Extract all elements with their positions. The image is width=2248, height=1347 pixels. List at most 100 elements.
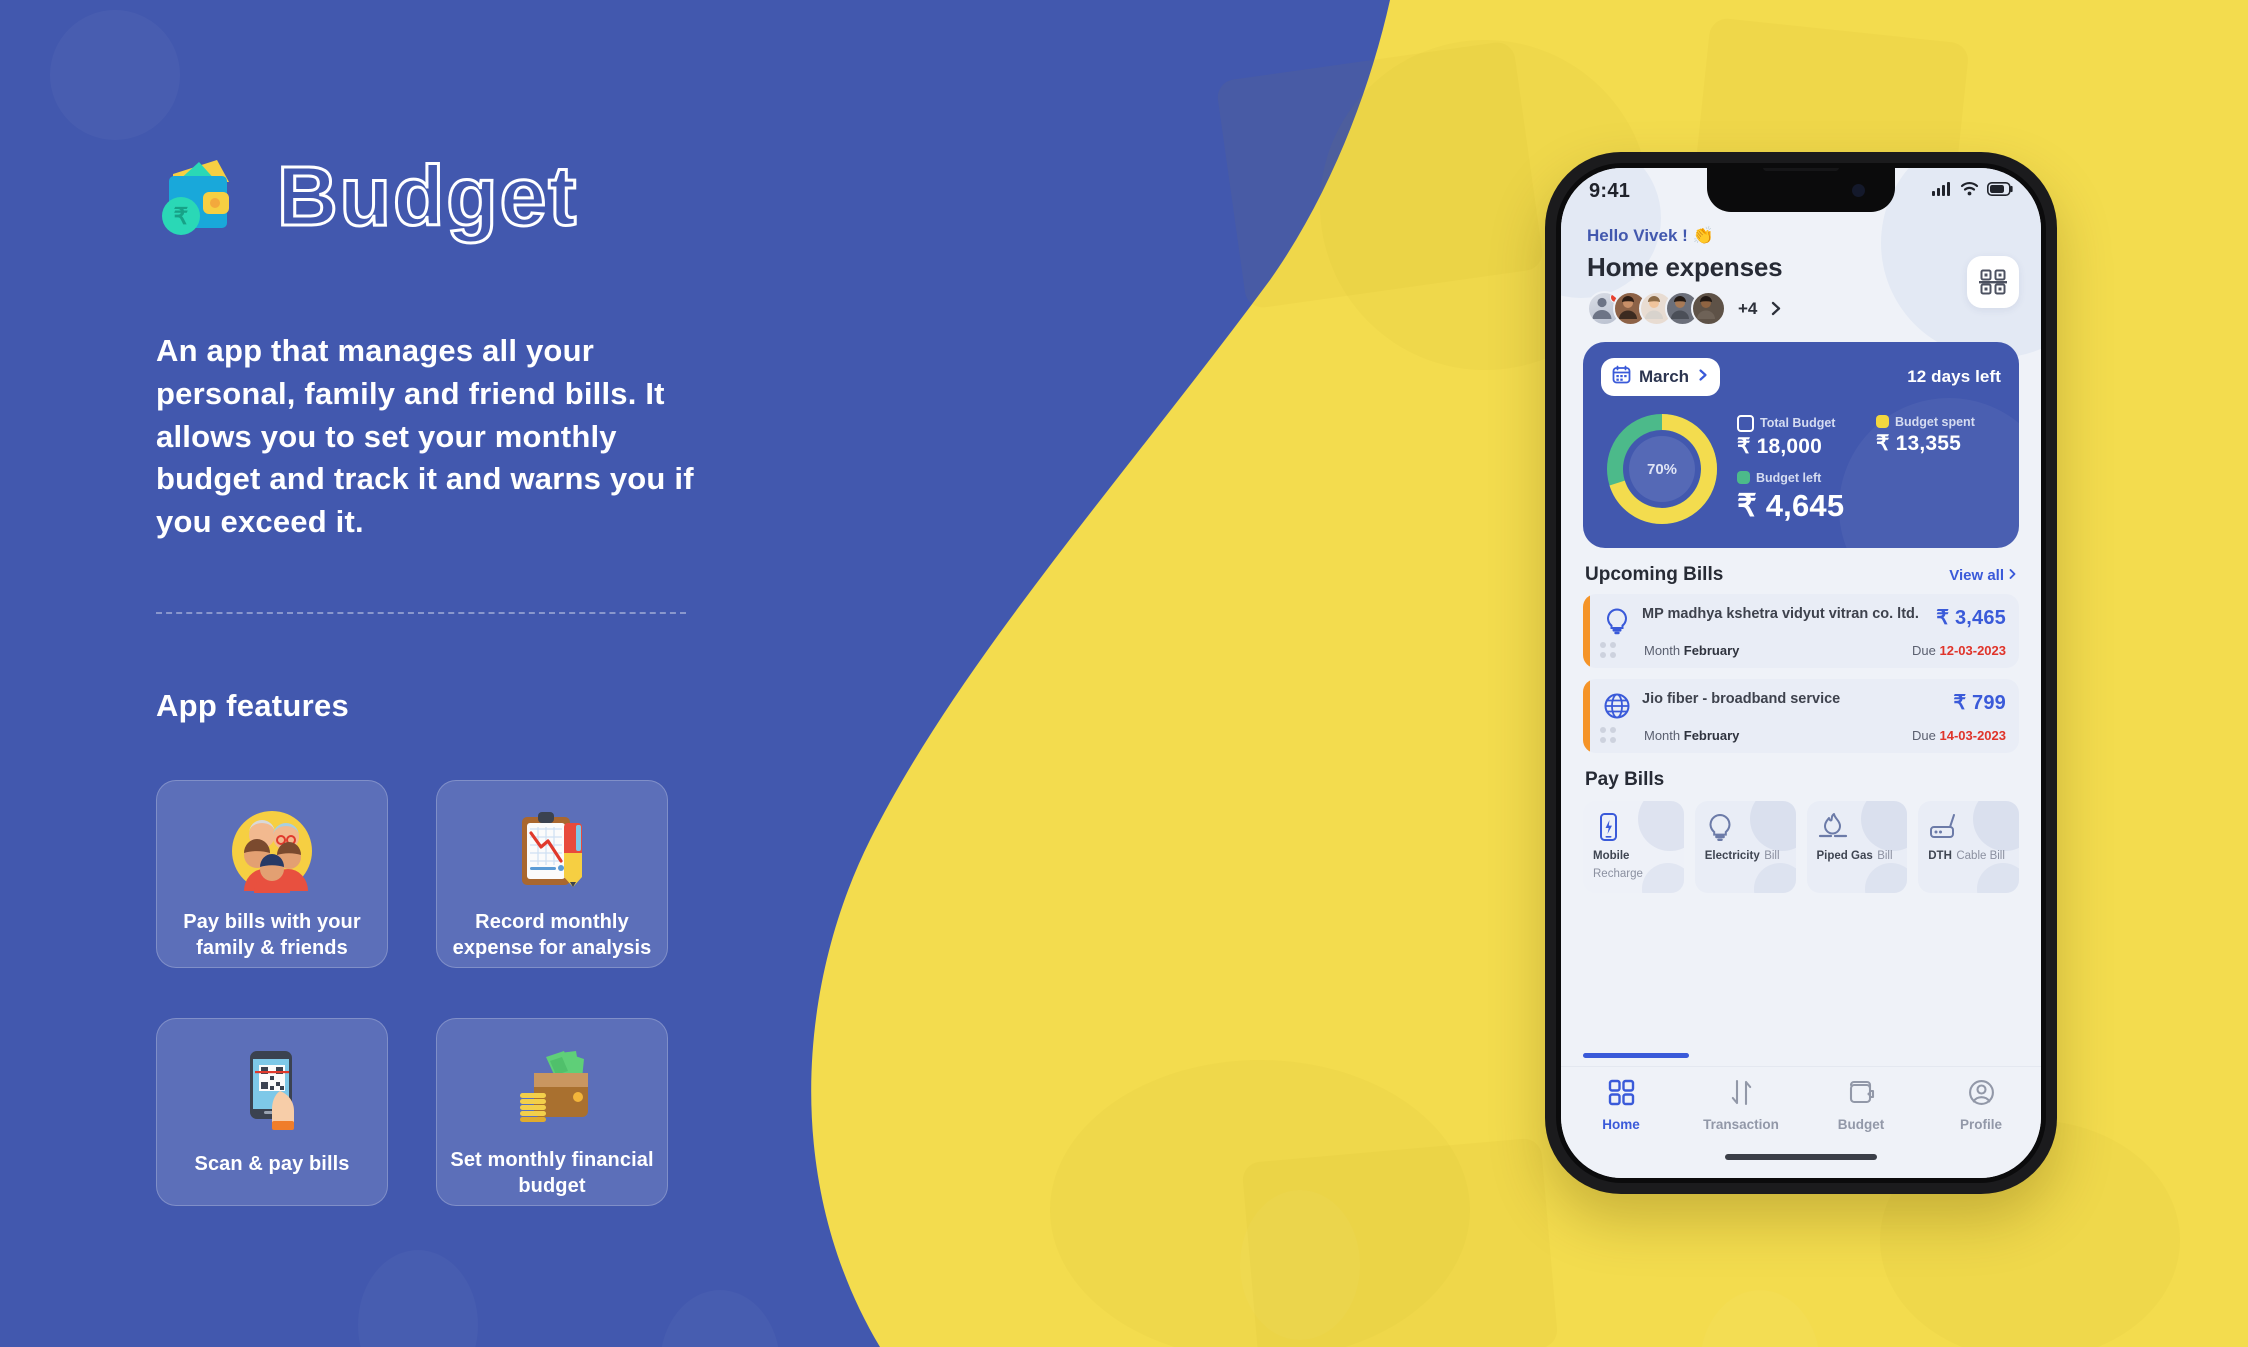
chevron-right-icon xyxy=(1697,368,1709,387)
budget-donut-chart: 70% xyxy=(1601,408,1723,530)
phone-bezel: 9:41 Hello Vivek ! 👏 Home expenses +4 Ma… xyxy=(1556,163,2046,1183)
bill-row[interactable]: MP madhya kshetra vidyut vitran co. ltd.… xyxy=(1583,594,2019,668)
bill-secondary-row: Month February Due 14-03-2023 xyxy=(1602,728,2006,743)
legend-head: Total Budget xyxy=(1737,414,1862,432)
tab-budget[interactable]: Budget xyxy=(1801,1079,1921,1132)
tab-transaction[interactable]: Transaction xyxy=(1681,1079,1801,1132)
tab-label: Profile xyxy=(1959,1117,2002,1132)
section-divider xyxy=(156,612,686,614)
drag-handle-dots-icon xyxy=(1599,726,1623,744)
family-group-icon xyxy=(224,803,320,899)
member-avatars[interactable]: +4 xyxy=(1587,291,1784,326)
tile-blob xyxy=(1753,863,1796,893)
router-icon xyxy=(1928,812,2009,846)
upcoming-bills-title: Upcoming Bills xyxy=(1585,564,1724,585)
tile-label-line2: Bill xyxy=(1877,850,1893,862)
wallet-cash-coins-icon xyxy=(504,1041,600,1137)
wallet-rupee-icon: ₹ xyxy=(155,148,251,244)
legend-item-total-budget: Total Budget ₹ 18,000 xyxy=(1737,414,1862,459)
bill-primary-row: MP madhya kshetra vidyut vitran co. ltd.… xyxy=(1602,605,2006,636)
globe-icon xyxy=(1602,691,1632,721)
month-selector[interactable]: March xyxy=(1601,358,1721,396)
chevron-right-icon[interactable] xyxy=(1769,300,1784,317)
transfer-arrows-icon xyxy=(1728,1079,1755,1111)
feature-card[interactable]: Scan & pay bills xyxy=(156,1018,388,1206)
pay-bill-tile-piped-gas-bill[interactable]: Piped Gas Bill xyxy=(1806,801,1908,893)
donut-center-label: 70% xyxy=(1629,436,1695,502)
tab-label: Transaction xyxy=(1703,1117,1779,1132)
chevron-right-icon xyxy=(2008,567,2017,584)
tile-label-line2: Cable Bill xyxy=(1956,850,2005,862)
tab-profile[interactable]: Profile xyxy=(1921,1079,2041,1132)
phone-mockup: 9:41 Hello Vivek ! 👏 Home expenses +4 Ma… xyxy=(1545,152,2057,1194)
swatch-yellow-icon xyxy=(1876,415,1889,428)
bill-amount: ₹ 799 xyxy=(1953,692,2006,714)
view-all-link[interactable]: View all xyxy=(1949,567,2017,584)
budget-card-body: 70% Total Budget ₹ 18,000 Budget spent ₹… xyxy=(1601,408,2001,530)
logo-text: Budget xyxy=(275,149,579,243)
legend-value: ₹ 13,355 xyxy=(1876,431,1962,455)
bill-secondary-row: Month February Due 12-03-2023 xyxy=(1602,643,2006,658)
budget-card-header: March 12 days left xyxy=(1601,358,2001,396)
pay-bills-title: Pay Bills xyxy=(1585,769,1665,790)
bill-month: Month February xyxy=(1644,643,1740,658)
poster-canvas: ₹ Budget An app that manages all your pe… xyxy=(0,0,2248,1347)
tab-label: Home xyxy=(1602,1117,1640,1132)
page-title: Home expenses xyxy=(1587,252,1783,282)
tab-home[interactable]: Home xyxy=(1561,1079,1681,1132)
clap-emoji-icon: 👏 xyxy=(1692,226,1714,245)
qr-scan-icon[interactable] xyxy=(1967,256,2019,308)
bill-content: Jio fiber - broadband service ₹ 799 Mont… xyxy=(1590,679,2019,753)
view-all-label: View all xyxy=(1949,567,2004,584)
tile-label-line1: DTH xyxy=(1928,850,1952,862)
earpiece-speaker xyxy=(1763,168,1839,171)
home-indicator[interactable] xyxy=(1725,1154,1877,1160)
bottom-tab-bar: Home Transaction Budget Profile xyxy=(1561,1066,2041,1178)
brand-lockup: ₹ Budget xyxy=(155,148,578,244)
legend-item-budget-left: Budget left ₹ 4,645 xyxy=(1737,471,2001,524)
legend-row: Total Budget ₹ 18,000 Budget spent ₹ 13,… xyxy=(1737,414,2001,459)
avatar xyxy=(1691,291,1726,326)
bill-month: Month February xyxy=(1644,728,1740,743)
legend-head: Budget spent xyxy=(1876,415,2001,429)
pay-bill-tile-dth-cable-bill[interactable]: DTH Cable Bill xyxy=(1918,801,2019,893)
header-left: Home expenses +4 xyxy=(1587,252,1784,326)
legend-label: Budget spent xyxy=(1895,414,1975,429)
legend-head: Budget left xyxy=(1737,471,2001,485)
feature-card[interactable]: Record monthly expense for analysis xyxy=(436,780,668,968)
calendar-icon xyxy=(1612,365,1631,389)
wallet-icon xyxy=(1848,1079,1875,1111)
status-icons xyxy=(1932,181,2013,201)
pay-bills-grid: Mobile Recharge Electricity Bill Piped G… xyxy=(1583,801,2019,893)
legend-label: Budget left xyxy=(1756,470,1822,485)
left-panel: ₹ Budget An app that manages all your pe… xyxy=(0,0,900,1347)
budget-legend: Total Budget ₹ 18,000 Budget spent ₹ 13,… xyxy=(1737,414,2001,524)
month-label: March xyxy=(1639,367,1690,386)
user-circle-icon xyxy=(1968,1079,1995,1111)
tile-label-line1: Piped Gas xyxy=(1816,850,1873,862)
feature-card[interactable]: Set monthly financial budget xyxy=(436,1018,668,1206)
tile-blob xyxy=(1641,863,1684,893)
battery-icon xyxy=(1987,181,2013,201)
bill-row[interactable]: Jio fiber - broadband service ₹ 799 Mont… xyxy=(1583,679,2019,753)
bill-accent-bar xyxy=(1583,679,1590,753)
tile-blob xyxy=(1977,863,2019,893)
gas-flame-icon xyxy=(1817,812,1898,846)
bill-amount: ₹ 3,465 xyxy=(1936,607,2006,629)
tab-label: Budget xyxy=(1837,1117,1885,1132)
legend-value: ₹ 4,645 xyxy=(1737,487,1845,523)
lightbulb-icon xyxy=(1705,812,1786,846)
bill-primary-row: Jio fiber - broadband service ₹ 799 xyxy=(1602,690,2006,721)
phone-qr-scan-icon xyxy=(224,1041,320,1137)
feature-card[interactable]: Pay bills with your family & friends xyxy=(156,780,388,968)
tile-label-line1: Electricity xyxy=(1704,850,1760,862)
tile-label-line2: Recharge xyxy=(1593,868,1643,880)
feature-card-label: Set monthly financial budget xyxy=(450,1149,654,1198)
upcoming-bills-header: Upcoming Bills View all xyxy=(1585,564,2017,586)
cellular-signal-icon xyxy=(1932,181,1952,201)
pay-bill-tile-mobile-recharge[interactable]: Mobile Recharge xyxy=(1583,801,1684,893)
bill-accent-bar xyxy=(1583,594,1590,668)
app-content: Hello Vivek ! 👏 Home expenses +4 March 1… xyxy=(1561,168,2041,1178)
pay-bill-tile-electricity-bill[interactable]: Electricity Bill xyxy=(1694,801,1796,893)
feature-card-grid: Pay bills with your family & friends Rec… xyxy=(156,780,716,1206)
